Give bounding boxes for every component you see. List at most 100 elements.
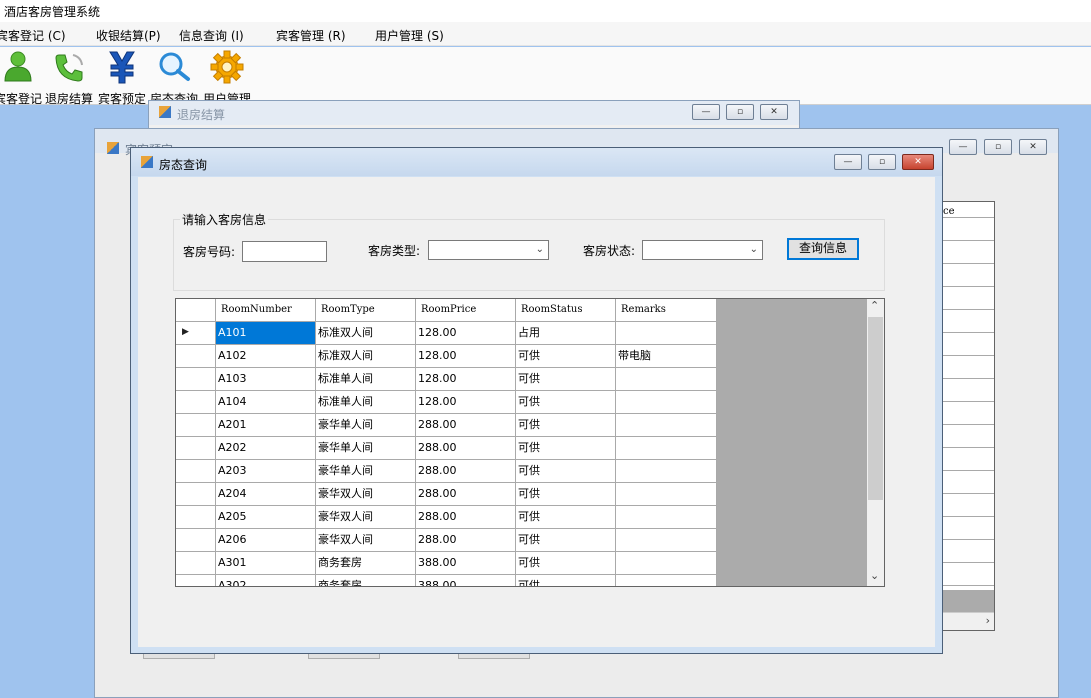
tool-checkout[interactable]: 退房结算 [44,49,94,106]
remarks-cell[interactable] [616,506,717,529]
table-row[interactable]: A302 商务套房 388.00 可供 [176,575,717,586]
remarks-cell[interactable] [616,483,717,506]
room-type-cell[interactable]: 商务套房 [316,575,416,586]
tool-guest-register[interactable]: 宾客登记 [0,49,42,106]
room-grid[interactable]: RoomNumber RoomType RoomPrice RoomStatus… [175,298,885,587]
room-price-cell[interactable]: 288.00 [416,414,516,437]
remarks-cell[interactable] [616,322,717,345]
room-number-cell[interactable]: A104 [216,391,316,414]
row-header[interactable] [176,529,216,552]
row-header[interactable] [176,460,216,483]
room-number-cell[interactable]: A202 [216,437,316,460]
remarks-cell[interactable] [616,414,717,437]
vertical-scrollbar[interactable]: ⌃ ⌄ [867,299,884,586]
room-status-window[interactable]: 房态查询 — ▫ ✕ 请输入客房信息 客房号码: 客房类型: ⌄ 客房状态: ⌄… [130,147,943,654]
minimize-button[interactable]: — [834,154,862,170]
row-header[interactable] [176,483,216,506]
column-header[interactable]: RoomType [316,299,416,322]
room-status-cell[interactable]: 可供 [516,575,616,586]
tool-room-status[interactable]: 房态查询 [149,49,199,106]
room-price-cell[interactable]: 388.00 [416,575,516,586]
room-type-cell[interactable]: 标准双人间 [316,345,416,368]
room-status-cell[interactable]: 可供 [516,368,616,391]
menu-guest-manage[interactable]: 宾客管理 (R) [276,27,346,44]
row-header[interactable] [176,368,216,391]
column-header[interactable]: RoomPrice [416,299,516,322]
row-header[interactable] [176,437,216,460]
close-button[interactable]: ✕ [760,104,788,120]
room-price-cell[interactable]: 128.00 [416,322,516,345]
minimize-button[interactable]: — [692,104,720,120]
room-number-cell[interactable]: A206 [216,529,316,552]
room-status-cell[interactable]: 可供 [516,437,616,460]
table-row[interactable]: A204 豪华双人间 288.00 可供 [176,483,717,506]
booking-grid[interactable]: ce › [940,201,995,631]
remarks-cell[interactable] [616,391,717,414]
column-header[interactable]: RoomNumber [216,299,316,322]
room-price-cell[interactable]: 388.00 [416,552,516,575]
room-price-cell[interactable]: 128.00 [416,368,516,391]
row-header[interactable] [176,575,216,586]
room-price-cell[interactable]: 288.00 [416,506,516,529]
room-number-cell[interactable]: A302 [216,575,316,586]
remarks-cell[interactable] [616,368,717,391]
row-header[interactable] [176,506,216,529]
room-type-cell[interactable]: 豪华双人间 [316,529,416,552]
room-price-cell[interactable]: 288.00 [416,460,516,483]
room-type-cell[interactable]: 标准单人间 [316,391,416,414]
room-status-cell[interactable]: 可供 [516,529,616,552]
room-price-cell[interactable]: 288.00 [416,437,516,460]
maximize-button[interactable]: ▫ [984,139,1012,155]
remarks-cell[interactable] [616,529,717,552]
room-type-cell[interactable]: 豪华单人间 [316,437,416,460]
row-header[interactable] [176,414,216,437]
room-type-cell[interactable]: 豪华双人间 [316,483,416,506]
table-row[interactable]: ▶ A101 标准双人间 128.00 占用 [176,322,717,345]
room-number-cell[interactable]: A201 [216,414,316,437]
room-number-cell[interactable]: A101 [216,322,316,345]
room-type-cell[interactable]: 豪华双人间 [316,506,416,529]
tool-booking[interactable]: 宾客预定 [97,49,147,106]
remarks-cell[interactable] [616,437,717,460]
table-row[interactable]: A102 标准双人间 128.00 可供 带电脑 [176,345,717,368]
room-status-select[interactable]: ⌄ [642,240,763,260]
scroll-right-icon[interactable]: › [986,614,990,627]
room-number-cell[interactable]: A301 [216,552,316,575]
row-header[interactable]: ▶ [176,322,216,345]
maximize-button[interactable]: ▫ [868,154,896,170]
room-price-cell[interactable]: 288.00 [416,483,516,506]
row-header[interactable] [176,552,216,575]
scroll-thumb[interactable] [868,317,883,500]
room-status-cell[interactable]: 可供 [516,391,616,414]
room-number-cell[interactable]: A103 [216,368,316,391]
room-number-cell[interactable]: A203 [216,460,316,483]
remarks-cell[interactable] [616,460,717,483]
room-price-cell[interactable]: 128.00 [416,391,516,414]
remarks-cell[interactable]: 带电脑 [616,345,717,368]
room-status-cell[interactable]: 可供 [516,506,616,529]
room-status-cell[interactable]: 可供 [516,345,616,368]
room-number-cell[interactable]: A205 [216,506,316,529]
room-status-cell[interactable]: 可供 [516,483,616,506]
remarks-cell[interactable] [616,552,717,575]
room-type-cell[interactable]: 标准双人间 [316,322,416,345]
room-type-cell[interactable]: 豪华单人间 [316,414,416,437]
menu-cashier[interactable]: 收银结算(P) [96,27,161,44]
room-status-cell[interactable]: 占用 [516,322,616,345]
close-button[interactable]: ✕ [1019,139,1047,155]
room-type-select[interactable]: ⌄ [428,240,549,260]
room-type-cell[interactable]: 标准单人间 [316,368,416,391]
query-button[interactable]: 查询信息 [787,238,859,260]
tool-user-manage[interactable]: 用户管理 [202,49,252,106]
room-status-cell[interactable]: 可供 [516,414,616,437]
table-row[interactable]: A205 豪华双人间 288.00 可供 [176,506,717,529]
remarks-cell[interactable] [616,575,717,586]
column-header[interactable]: Remarks [616,299,717,322]
table-row[interactable]: A206 豪华双人间 288.00 可供 [176,529,717,552]
scroll-up-icon[interactable]: ⌃ [870,299,879,312]
minimize-button[interactable]: — [949,139,977,155]
table-row[interactable]: A203 豪华单人间 288.00 可供 [176,460,717,483]
close-button[interactable]: ✕ [902,154,934,170]
table-row[interactable]: A104 标准单人间 128.00 可供 [176,391,717,414]
maximize-button[interactable]: ▫ [726,104,754,120]
